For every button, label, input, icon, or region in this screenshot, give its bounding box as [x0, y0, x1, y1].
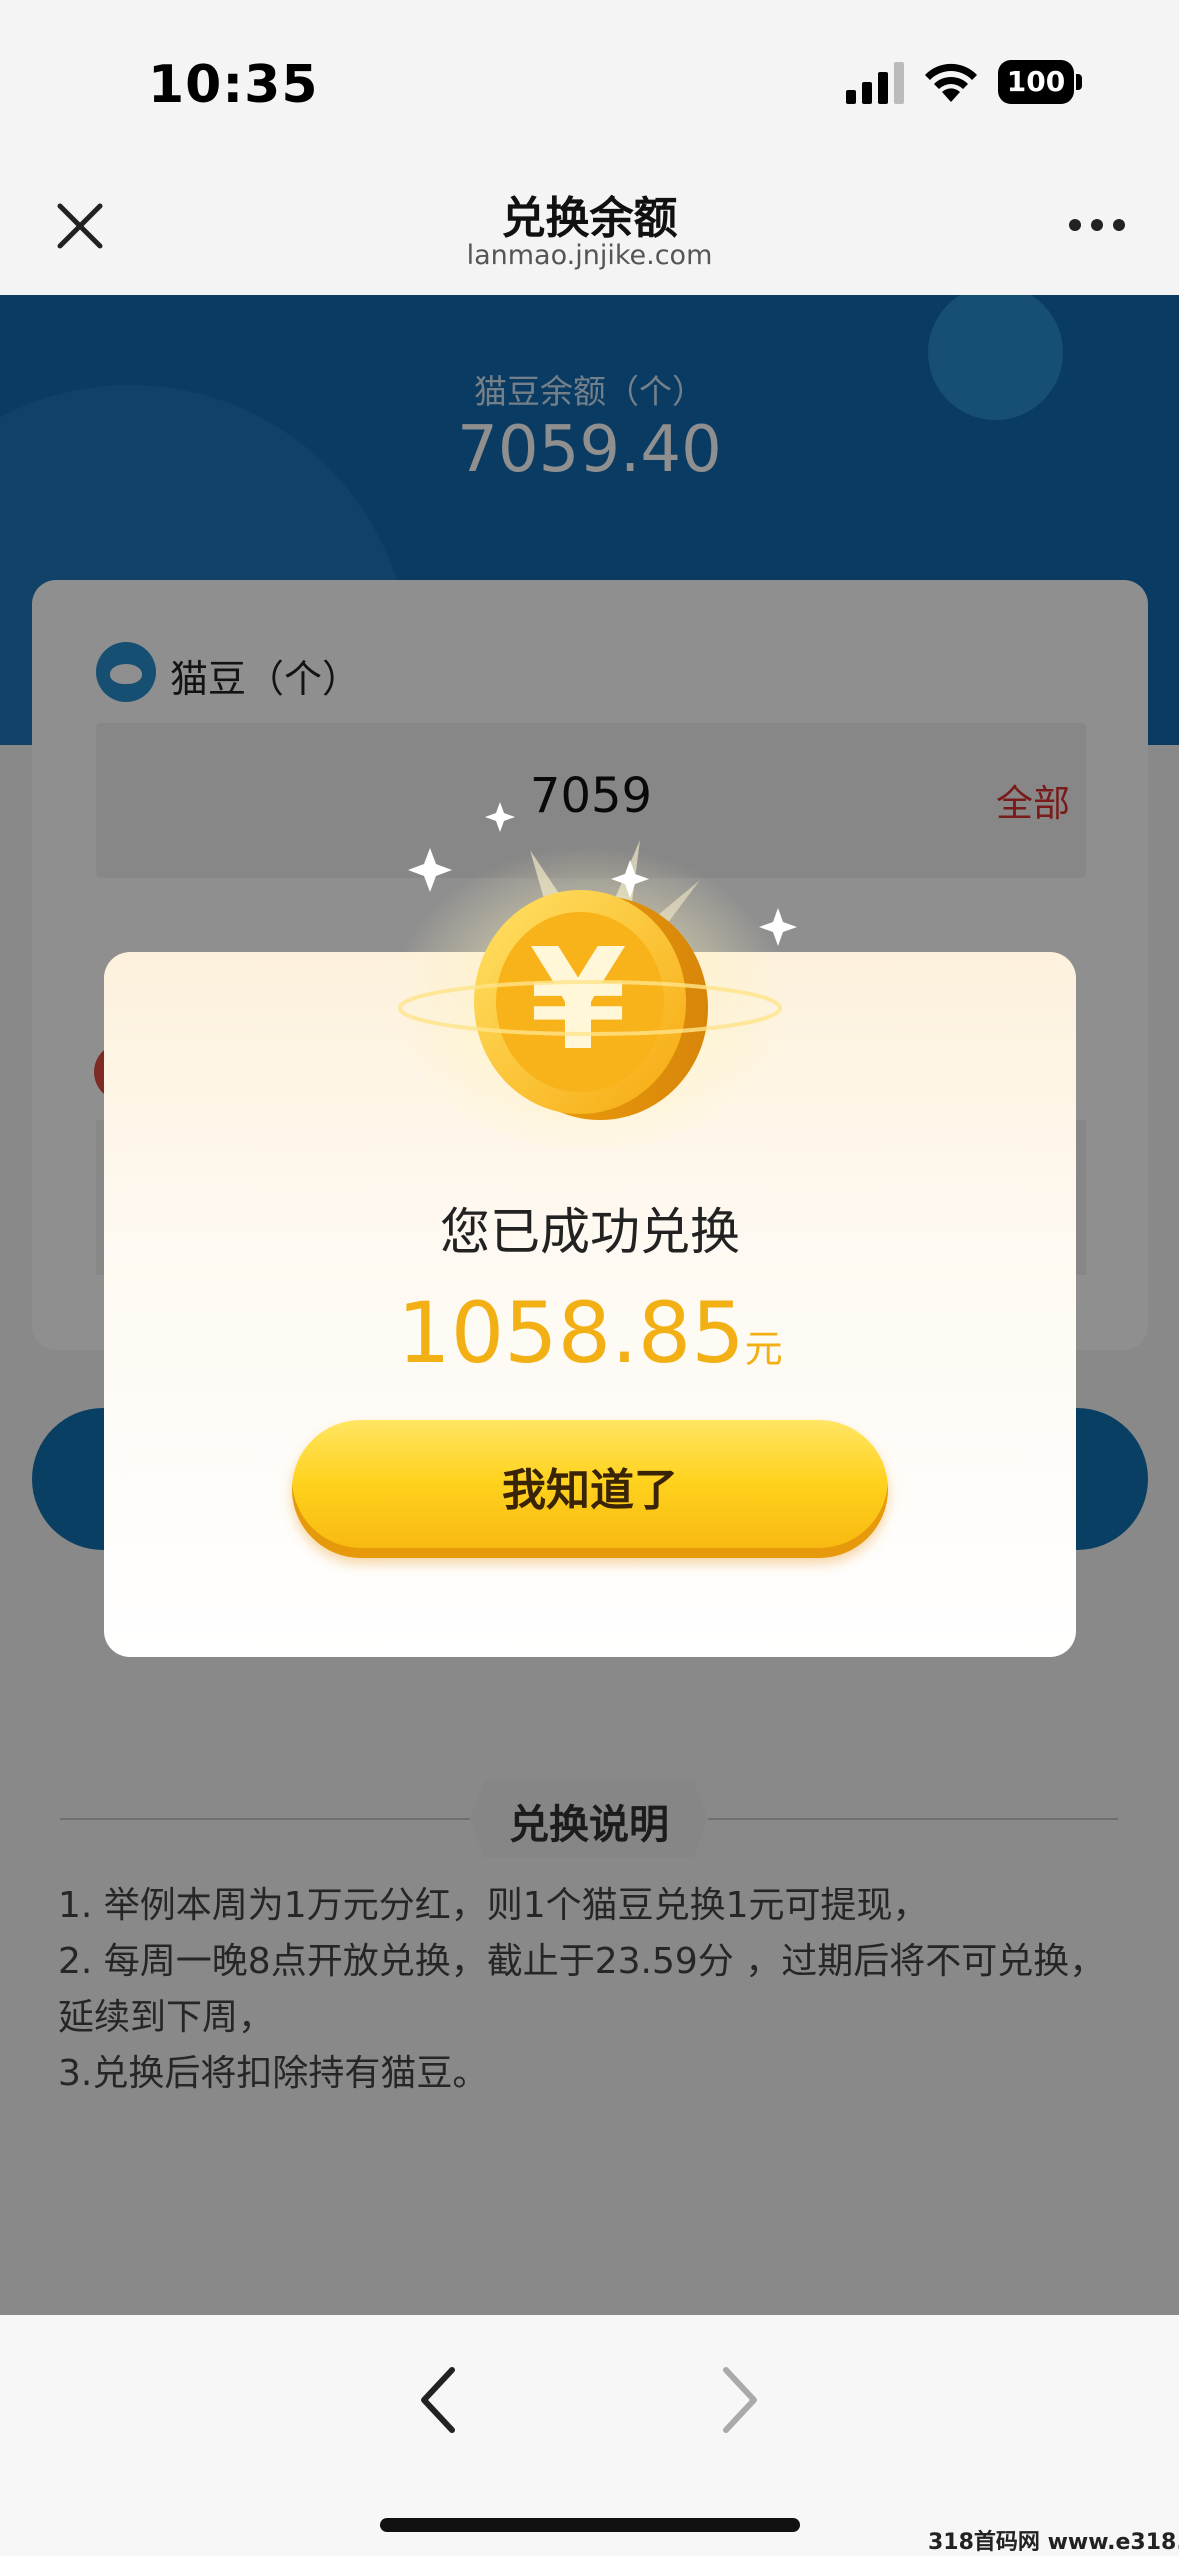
more-icon[interactable]: [1068, 210, 1126, 240]
status-time: 10:35: [148, 55, 319, 115]
success-amount: 1058.85元: [104, 1284, 1076, 1382]
got-it-button[interactable]: 我知道了: [292, 1420, 888, 1558]
battery-percent: 100: [1006, 65, 1066, 98]
page-url: lanmao.jnjike.com: [466, 240, 713, 271]
success-title: 您已成功兑换: [440, 1203, 740, 1261]
wifi-icon: [925, 63, 977, 102]
nav-header: 兑换余额 lanmao.jnjike.com: [0, 170, 1179, 295]
amount-value: 1058.85: [397, 1284, 745, 1382]
watermark: 318首码网 www.e318.com: [928, 2530, 1179, 2555]
back-arrow-icon[interactable]: [410, 2360, 466, 2440]
svg-text:¥: ¥: [529, 919, 626, 1082]
gold-coin-icon: ¥: [390, 802, 797, 1150]
cellular-signal-icon: [846, 62, 904, 104]
home-indicator[interactable]: [380, 2518, 800, 2532]
browser-toolbar: [0, 2315, 1179, 2556]
page-title: 兑换余额: [501, 193, 678, 244]
forward-arrow-icon[interactable]: [712, 2360, 768, 2440]
amount-unit: 元: [744, 1327, 783, 1371]
got-it-label: 我知道了: [502, 1465, 678, 1516]
battery-icon: 100: [998, 60, 1082, 104]
status-bar: 10:35 100: [0, 0, 1179, 170]
